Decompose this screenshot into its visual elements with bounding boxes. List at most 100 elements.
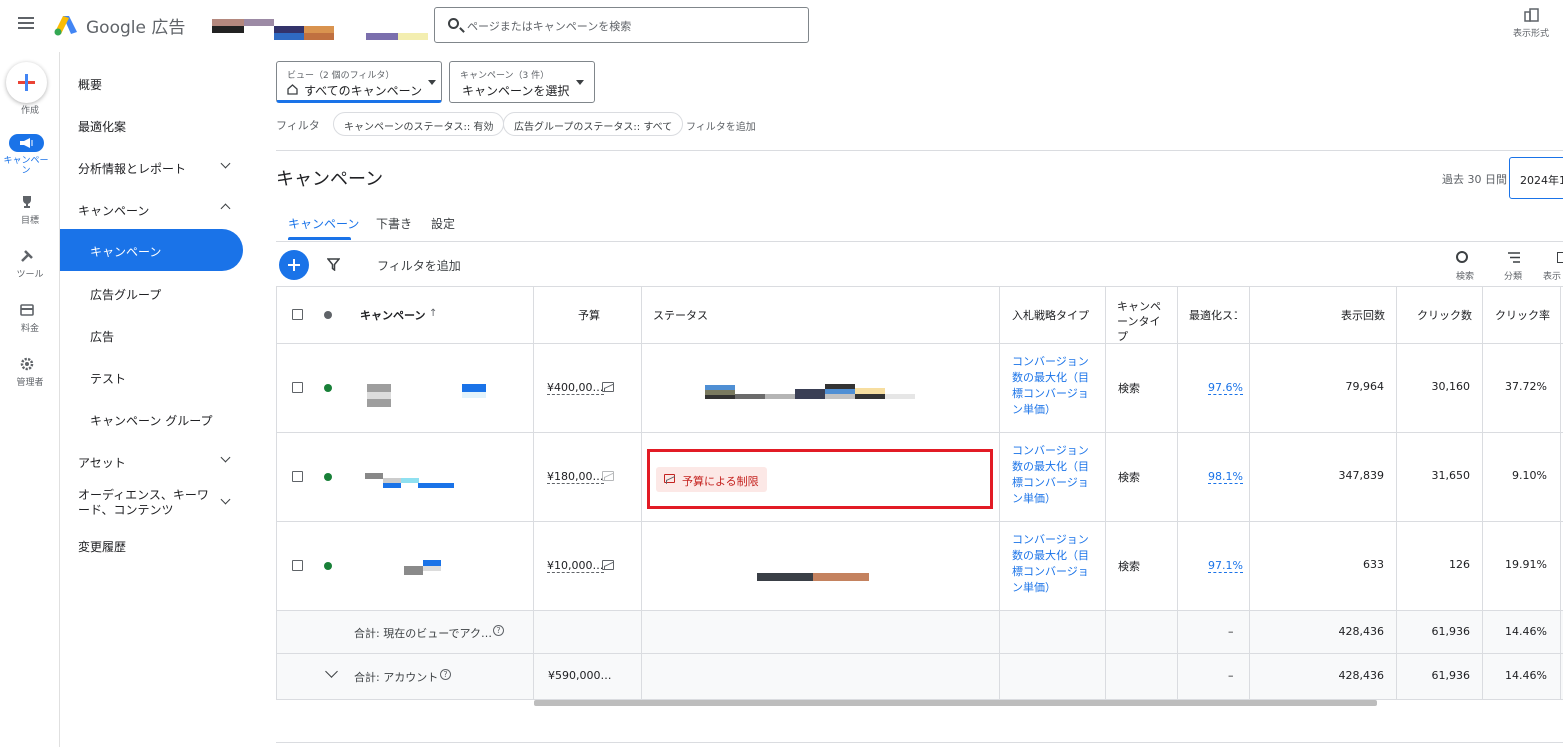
select-all-checkbox[interactable]	[292, 309, 303, 320]
header-clicks[interactable]: クリック数	[1417, 307, 1472, 323]
column-divider	[999, 286, 1000, 700]
nav-assets[interactable]: アセット	[78, 454, 126, 471]
chevron-up-icon[interactable]	[220, 203, 231, 214]
redacted-status	[765, 394, 795, 399]
tab-settings[interactable]: 設定	[431, 215, 455, 232]
chevron-down-icon[interactable]	[220, 494, 231, 505]
toolbar-columns-label: 表示	[1543, 272, 1562, 282]
filter-chip-adgroup-status[interactable]: 広告グループのステータス:: すべて	[503, 112, 684, 136]
bid-strategy-link[interactable]: コンバージョン数の最大化（目標コンバージョン単価）	[1012, 443, 1097, 507]
columns-icon[interactable]	[1557, 252, 1563, 263]
nav-ads[interactable]: 広告	[90, 328, 114, 345]
opt-score-link[interactable]: 97.1%	[1208, 559, 1243, 573]
campaign-dropdown[interactable]: キャンペーン（3 件） キャンペーンを選択	[449, 61, 595, 103]
header-ctr[interactable]: クリック率	[1495, 307, 1550, 323]
page-title: キャンペーン	[276, 169, 384, 190]
chart-icon[interactable]	[602, 560, 614, 570]
total-account-impressions: 428,436	[1338, 669, 1385, 682]
horizontal-scrollbar[interactable]	[534, 700, 1377, 706]
campaign-rail-button[interactable]	[9, 134, 44, 152]
total-view-impressions: 428,436	[1338, 625, 1385, 638]
nav-audiences[interactable]: オーディエンス、キーワード、コンテンツ	[78, 488, 218, 518]
bid-strategy-link[interactable]: コンバージョン数の最大化（目標コンバージョン単価）	[1012, 354, 1097, 418]
chart-icon[interactable]	[602, 382, 614, 392]
nav-campaigns-active[interactable]: キャンペーン	[60, 229, 243, 271]
help-icon[interactable]: ?	[493, 625, 504, 636]
left-rail: 作成 キャンペーン 目標 ツール 料金 管理者	[0, 52, 60, 747]
nav-overview[interactable]: 概要	[78, 76, 102, 93]
nav-campaign-groups[interactable]: キャンペーン グループ	[90, 412, 213, 429]
status-enabled-dot	[324, 384, 332, 392]
add-campaign-button[interactable]	[279, 250, 309, 280]
tools-label: ツール	[16, 270, 44, 280]
budget-value[interactable]: ¥400,00…	[547, 381, 604, 395]
header-status[interactable]: ステータス	[653, 307, 708, 323]
total-account-ctr: 14.46%	[1505, 669, 1547, 682]
impressions-value: 79,964	[1345, 380, 1385, 393]
tab-drafts[interactable]: 下書き	[376, 215, 412, 232]
opt-score-link[interactable]: 97.6%	[1208, 381, 1243, 395]
opt-score-link[interactable]: 98.1%	[1208, 470, 1243, 484]
date-picker[interactable]: 2024年1	[1509, 157, 1563, 199]
column-divider	[1560, 286, 1561, 700]
redacted-status	[855, 394, 885, 399]
nav-experiments[interactable]: テスト	[90, 370, 126, 387]
filter-icon[interactable]	[327, 258, 340, 271]
redacted-account	[304, 33, 334, 40]
header-impressions[interactable]: 表示回数	[1341, 307, 1385, 323]
campaign-type: 検索	[1118, 560, 1140, 573]
gear-icon[interactable]	[20, 357, 34, 371]
filter-chip-campaign-status[interactable]: キャンペーンのステータス:: 有効	[333, 112, 505, 136]
add-filter-link[interactable]: フィルタを追加	[686, 118, 756, 133]
column-divider	[533, 286, 534, 700]
tools-icon[interactable]	[20, 249, 34, 263]
ctr-value: 9.10%	[1512, 469, 1547, 482]
column-divider	[1105, 286, 1106, 700]
nav-recommendations[interactable]: 最適化案	[78, 118, 126, 135]
redacted-campaign-name	[383, 483, 401, 488]
header-campaign-type[interactable]: キャンペーンタイプ	[1117, 299, 1167, 344]
ctr-value: 37.72%	[1505, 380, 1547, 393]
toolbar-add-filter[interactable]: フィルタを追加	[377, 257, 461, 274]
bid-strategy-link[interactable]: コンバージョン数の最大化（目標コンバージョン単価）	[1012, 532, 1097, 596]
sort-arrow-up-icon[interactable]: ↑	[429, 308, 437, 319]
search-icon[interactable]	[1456, 251, 1468, 263]
tab-campaigns[interactable]: キャンペーン	[288, 215, 359, 232]
divider	[276, 286, 1563, 287]
nav-campaigns-group[interactable]: キャンペーン	[78, 202, 149, 219]
row-checkbox[interactable]	[292, 471, 303, 482]
segment-icon[interactable]	[1507, 252, 1521, 263]
nav-insights[interactable]: 分析情報とレポート	[78, 160, 186, 177]
row-checkbox[interactable]	[292, 560, 303, 571]
redacted-campaign-name	[367, 392, 391, 399]
nav-ad-groups[interactable]: 広告グループ	[90, 286, 161, 303]
total-account-opt: –	[1228, 669, 1234, 682]
header-bid-strategy[interactable]: 入札戦略タイプ	[1012, 307, 1089, 323]
search-input[interactable]: ページまたはキャンペーンを検索	[467, 18, 631, 34]
redacted-campaign-name	[367, 399, 391, 407]
view-mode-label: 表示形式	[1513, 29, 1550, 39]
redacted-account	[244, 19, 274, 26]
budget-value[interactable]: ¥10,000…	[547, 559, 604, 573]
toolbar-segment-label: 分類	[1504, 272, 1523, 282]
budget-value[interactable]: ¥180,00…	[547, 470, 604, 484]
header-budget[interactable]: 予算	[578, 307, 600, 323]
view-dropdown[interactable]: ビュー（2 個のフィルタ） すべてのキャンペーン	[276, 61, 442, 103]
chevron-down-icon[interactable]	[220, 452, 231, 463]
view-mode-icon[interactable]	[1524, 8, 1540, 22]
row-checkbox[interactable]	[292, 382, 303, 393]
clicks-value: 30,160	[1431, 380, 1471, 393]
nav-change-history[interactable]: 変更履歴	[78, 538, 126, 555]
search-box[interactable]: ページまたはキャンペーンを検索	[434, 7, 809, 43]
column-divider	[1396, 286, 1397, 700]
create-button[interactable]	[6, 62, 47, 103]
chevron-down-icon[interactable]	[220, 158, 231, 169]
top-bar: Google 広告 ページまたはキャンペーンを検索 表示形式	[0, 0, 1563, 52]
menu-icon[interactable]	[18, 17, 34, 29]
trophy-icon[interactable]	[20, 195, 34, 209]
header-opt-score[interactable]: 最適化スコ	[1189, 307, 1237, 323]
billing-icon[interactable]	[20, 303, 34, 317]
header-campaign[interactable]: キャンペーン	[360, 307, 425, 323]
column-divider	[1249, 286, 1250, 700]
help-icon[interactable]: ?	[440, 669, 451, 680]
